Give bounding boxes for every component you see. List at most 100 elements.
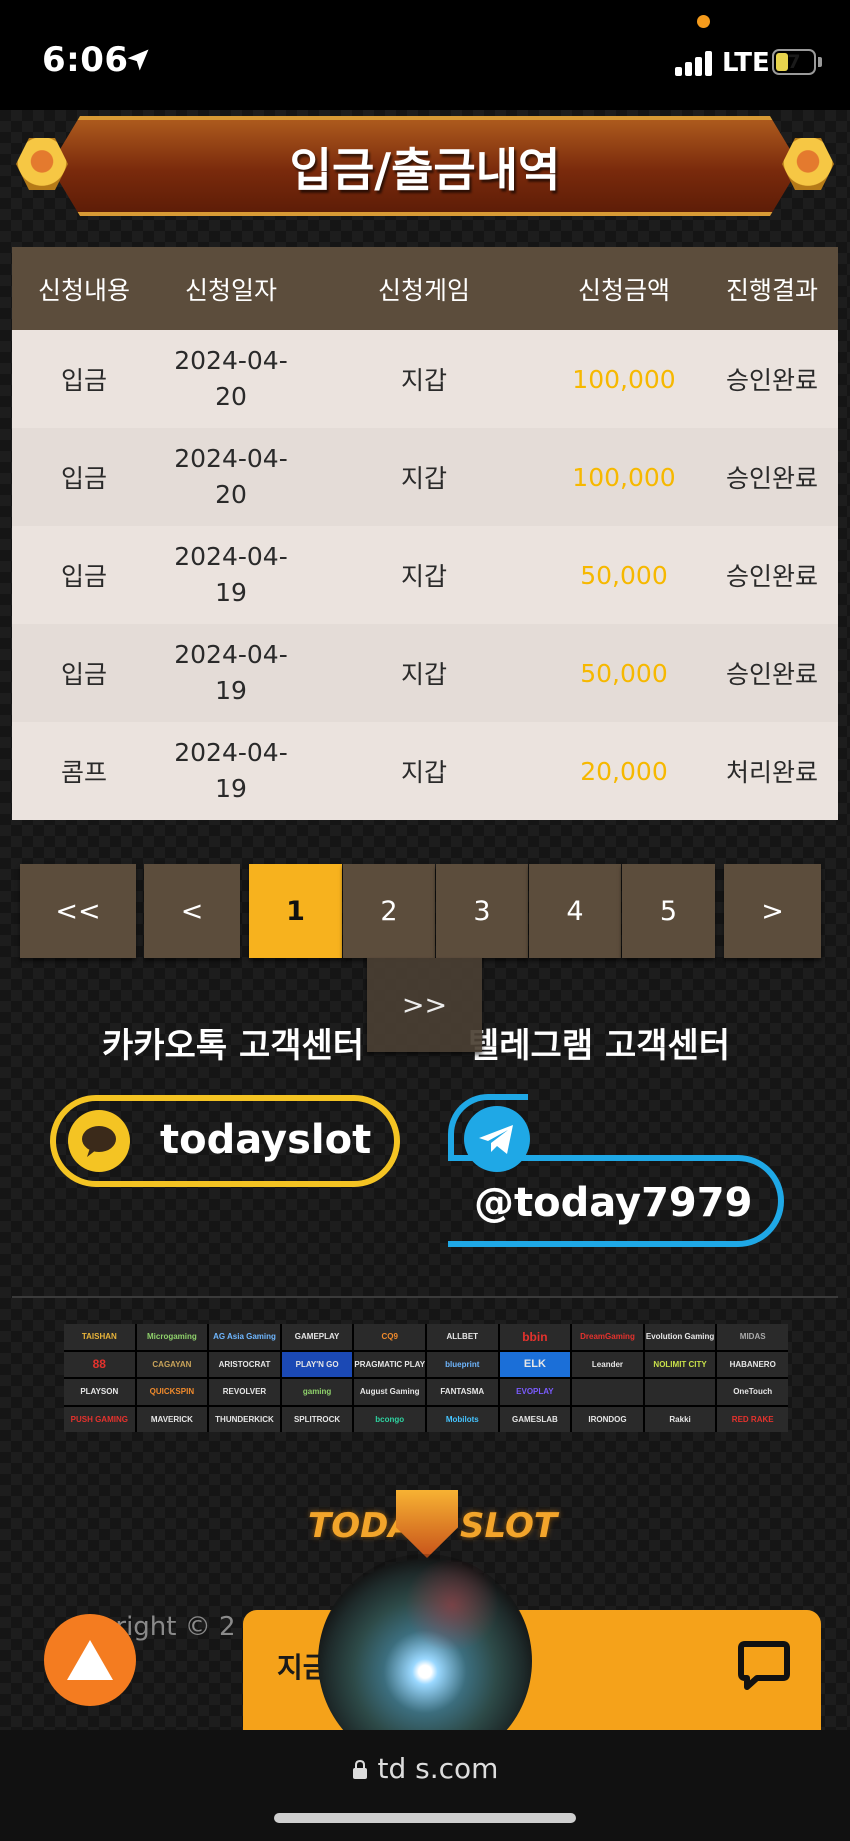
- cell-result: 승인완료: [725, 366, 818, 395]
- provider-logo: MAVERICK: [136, 1406, 208, 1432]
- lock-icon: [352, 1759, 367, 1779]
- provider-logo: August Gaming: [354, 1379, 425, 1405]
- cell-amount: 100,000: [572, 462, 676, 492]
- telegram-support-label: 텔레그램 고객센터: [468, 1026, 731, 1066]
- cell-result: 처리완료: [725, 758, 818, 787]
- brand-logo: TODAY SLOT: [308, 1490, 557, 1560]
- cell-type: 입금: [60, 660, 107, 689]
- cell-result: 승인완료: [725, 562, 818, 591]
- table-row: 입금 2024-04- 20 지갑 100,000 승인완료: [12, 428, 838, 526]
- table-row: 입금 2024-04- 19 지갑 50,000 승인완료: [12, 624, 838, 722]
- provider-logo: PRAGMATIC PLAY: [354, 1351, 425, 1377]
- provider-logo: SPLITROCK: [281, 1406, 353, 1432]
- provider-logo: ALLBET: [426, 1324, 498, 1350]
- cell-date: 2024-04- 19: [174, 640, 288, 705]
- browser-url[interactable]: td s.com: [0, 1752, 850, 1785]
- battery-level: 7: [787, 51, 801, 73]
- cell-amount: 50,000: [580, 560, 668, 590]
- table-row: 콤프 2024-04- 19 지갑 20,000 처리완료: [12, 722, 838, 820]
- col-header-date: 신청일자: [184, 275, 277, 305]
- chat-bubble-icon: [738, 1641, 790, 1690]
- provider-logo: AG Asia Gaming: [209, 1324, 280, 1350]
- provider-logo: CAGAYAN: [136, 1351, 208, 1377]
- col-header-type: 신청내용: [37, 275, 130, 305]
- arrow-up-icon: [67, 1640, 113, 1680]
- page-title: 입금/출금내역: [289, 143, 561, 197]
- col-header-game: 신청게임: [377, 275, 470, 305]
- battery-cap: [818, 57, 822, 67]
- provider-logo: MIDAS: [717, 1324, 788, 1350]
- siri-orb-glow: [402, 1560, 502, 1650]
- col-header-amount: 신청금액: [577, 275, 670, 305]
- page-4-button[interactable]: 4: [529, 864, 621, 958]
- provider-logo: QUICKSPIN: [136, 1379, 208, 1405]
- game-provider-logos: TAISHAN Microgaming AG Asia Gaming GAMEP…: [64, 1324, 788, 1432]
- provider-logo: ARISTOCRAT: [209, 1351, 280, 1377]
- provider-logo: [644, 1379, 716, 1405]
- battery-icon: 7: [772, 49, 816, 75]
- title-banner: 입금/출금내역: [12, 112, 838, 220]
- page-prev-button[interactable]: <: [144, 864, 240, 958]
- cell-game: 지갑: [400, 366, 447, 395]
- status-time: 6:06: [42, 40, 129, 80]
- cell-date: 2024-04- 19: [174, 542, 288, 607]
- table-header: 신청내용 신청일자 신청게임 신청금액 진행결과: [12, 247, 838, 330]
- provider-logo: IRONDOG: [572, 1406, 643, 1432]
- cell-date: 2024-04- 20: [174, 444, 288, 509]
- kakao-contact-button[interactable]: todayslot: [50, 1095, 400, 1187]
- browser-url-bar[interactable]: [0, 1730, 850, 1841]
- footer-divider: [12, 1296, 838, 1298]
- telegram-id: @today7979: [474, 1180, 753, 1226]
- telegram-pill-border-bottom: [448, 1241, 568, 1247]
- provider-logo: Evolution Gaming: [644, 1324, 716, 1350]
- provider-logo: HABANERO: [717, 1351, 788, 1377]
- provider-logo: ELK: [499, 1351, 571, 1377]
- page-1-button[interactable]: 1: [249, 864, 342, 958]
- cell-date: 2024-04- 20: [174, 346, 288, 411]
- kakao-support-label: 카카오톡 고객센터: [102, 1026, 365, 1066]
- col-header-result: 진행결과: [725, 275, 818, 305]
- brand-logo-right: SLOT: [460, 1506, 558, 1546]
- provider-logo: gaming: [281, 1379, 353, 1405]
- cell-result: 승인완료: [725, 464, 818, 493]
- provider-logo: TAISHAN: [64, 1324, 135, 1350]
- provider-logo: [572, 1379, 643, 1405]
- page-5-button[interactable]: 5: [622, 864, 715, 958]
- provider-logo: GAMEPLAY: [281, 1324, 353, 1350]
- page-next-button[interactable]: >: [724, 864, 821, 958]
- provider-logo: RED RAKE: [717, 1406, 788, 1432]
- cell-game: 지갑: [400, 562, 447, 591]
- provider-logo: EVOPLAY: [499, 1379, 571, 1405]
- cell-type: 콤프: [60, 758, 107, 787]
- page-last-button[interactable]: >>: [367, 958, 482, 1052]
- cell-result: 승인완료: [725, 660, 818, 689]
- provider-logo: PLAY'N GO: [281, 1351, 353, 1377]
- page-3-button[interactable]: 3: [436, 864, 528, 958]
- provider-logo: REVOLVER: [209, 1379, 280, 1405]
- table-row: 입금 2024-04- 19 지갑 50,000 승인완료: [12, 526, 838, 624]
- cell-game: 지갑: [400, 758, 447, 787]
- provider-logo: OneTouch: [717, 1379, 788, 1405]
- cell-game: 지갑: [400, 660, 447, 689]
- privacy-indicator-dot: [697, 15, 710, 28]
- provider-logo: Leander: [572, 1351, 643, 1377]
- provider-logo: FANTASMA: [426, 1379, 498, 1405]
- provider-logo: THUNDERKICK: [209, 1406, 280, 1432]
- page-first-button[interactable]: <<: [20, 864, 136, 958]
- home-indicator: [274, 1813, 576, 1823]
- page-2-button[interactable]: 2: [343, 864, 435, 958]
- location-arrow-icon: [127, 49, 149, 71]
- brand-shield-icon: [396, 1490, 458, 1558]
- status-bar: 6:06 LTE 7: [0, 0, 850, 110]
- cell-type: 입금: [60, 366, 107, 395]
- cell-date: 2024-04- 19: [174, 738, 288, 803]
- provider-logo: blueprint: [426, 1351, 498, 1377]
- cell-amount: 50,000: [580, 658, 668, 688]
- scroll-to-top-button[interactable]: [44, 1614, 136, 1706]
- cell-type: 입금: [60, 562, 107, 591]
- telegram-icon: [464, 1106, 530, 1172]
- cellular-signal-icon: [675, 50, 715, 76]
- provider-logo: PUSH GAMING: [64, 1406, 135, 1432]
- kakao-chat-icon: [68, 1110, 130, 1172]
- cell-game: 지갑: [400, 464, 447, 493]
